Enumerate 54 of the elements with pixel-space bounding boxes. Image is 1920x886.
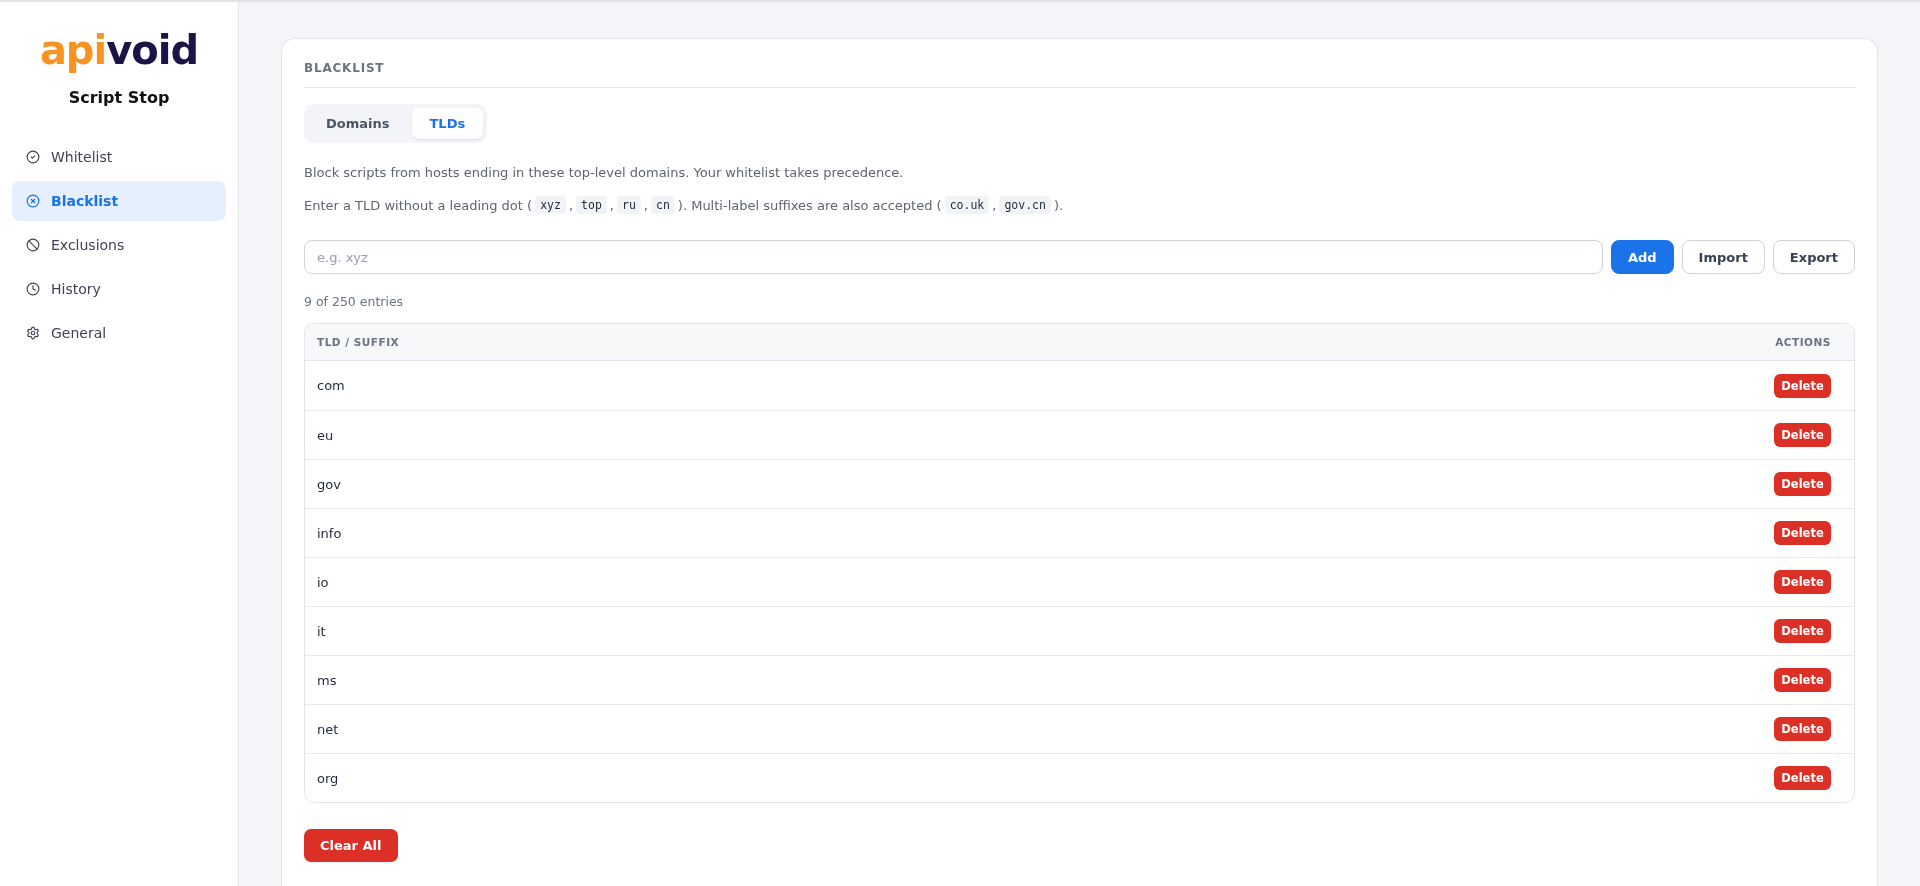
delete-button[interactable]: Delete (1774, 373, 1831, 398)
clock-icon (26, 282, 40, 296)
action-button[interactable]: Import (1681, 240, 1765, 274)
table-cell: org (317, 770, 339, 786)
table-cell: it (317, 623, 326, 639)
sidebar-item[interactable]: Blacklist (12, 181, 226, 221)
x-circle-icon (26, 194, 40, 208)
code-chip: gov.cn (999, 196, 1051, 214)
delete-button[interactable]: Delete (1774, 619, 1831, 643)
tab[interactable]: TLDs (411, 108, 484, 139)
app-name: Script Stop (68, 88, 170, 107)
hint-text: ). (1053, 197, 1064, 213)
delete-button[interactable]: Delete (1774, 472, 1831, 496)
delete-button[interactable]: Delete (1774, 766, 1831, 790)
check-circle-icon (26, 150, 40, 164)
action-button[interactable]: Export (1772, 240, 1855, 274)
code-chip: top (576, 196, 607, 214)
column-header: TLD / SUFFIX (317, 336, 400, 348)
settings-icon (26, 326, 40, 340)
tld-input-field[interactable]: e.g. xyz (304, 240, 1603, 274)
hint-text: , (609, 197, 614, 213)
delete-button[interactable]: Delete (1774, 423, 1831, 447)
sidebar-item[interactable]: History (12, 269, 226, 309)
table-cell: info (317, 525, 342, 541)
delete-button[interactable]: Delete (1774, 668, 1831, 692)
table-cell: com (317, 378, 345, 393)
panel-title: BLACKLIST (304, 61, 1855, 88)
table-cell: io (317, 574, 329, 590)
column-header: ACTIONS (1774, 336, 1832, 348)
ban-icon (26, 238, 40, 252)
code-chip: co.uk (944, 196, 990, 214)
hint-text: ). Multi-label suffixes are also accepted ( (677, 197, 942, 213)
hint-text: , (992, 197, 997, 213)
code-chip: cn (650, 196, 675, 214)
table-cell: eu (317, 427, 334, 443)
clear-all-button[interactable]: Clear All (304, 829, 398, 862)
delete-button[interactable]: Delete (1774, 717, 1831, 741)
hint-text: , (643, 197, 648, 213)
entry-count: 9 of 250 entries (304, 294, 405, 309)
table-cell: gov (317, 476, 341, 492)
sidebar-item[interactable]: General (12, 313, 226, 353)
table-cell: ms (317, 672, 337, 688)
hint-text: , (568, 197, 574, 213)
description-text: Block scripts from hosts ending in these top-level domains. Your whitelist takes precedence. (304, 165, 905, 180)
tab[interactable]: Domains (308, 108, 408, 139)
add-button[interactable]: Add (1610, 240, 1674, 274)
sidebar-item[interactable]: Exclusions (12, 225, 226, 265)
sidebar-item[interactable]: Whitelist (12, 137, 226, 177)
delete-button[interactable]: Delete (1774, 521, 1831, 545)
hint-text: Enter a TLD without a leading dot ( (304, 197, 533, 213)
code-chip: xyz (535, 196, 566, 214)
table-cell: net (317, 721, 339, 737)
code-chip: ru (616, 196, 641, 214)
delete-button[interactable]: Delete (1774, 570, 1831, 594)
